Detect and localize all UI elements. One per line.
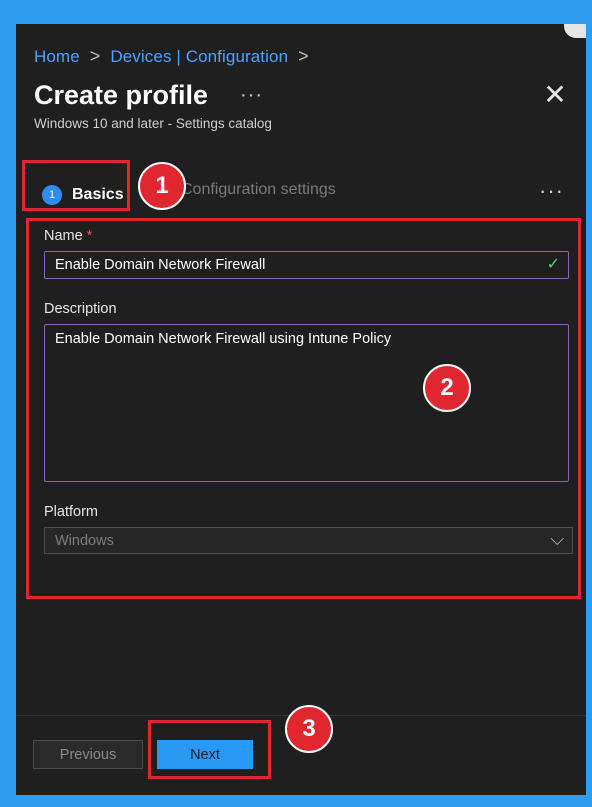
breadcrumb-devices-configuration[interactable]: Devices | Configuration <box>110 47 288 67</box>
breadcrumb: Home > Devices | Configuration > <box>34 46 309 67</box>
highlight-box-basics <box>22 160 130 211</box>
breadcrumb-separator: > <box>298 46 309 66</box>
breadcrumb-separator: > <box>89 46 101 66</box>
close-icon[interactable]: ✕ <box>542 81 568 109</box>
breadcrumb-home[interactable]: Home <box>34 47 80 67</box>
highlight-box-form <box>26 218 581 599</box>
annotation-badge-2: 2 <box>423 364 471 412</box>
annotation-badge-1: 1 <box>138 162 186 210</box>
previous-button[interactable]: Previous <box>33 740 143 769</box>
tab-configuration-settings[interactable]: Configuration settings <box>181 181 336 199</box>
annotation-badge-3: 3 <box>285 705 333 753</box>
page-title: Create profile <box>34 80 209 110</box>
window-corner <box>564 24 586 38</box>
highlight-box-next <box>148 720 271 779</box>
page-subtitle: Windows 10 and later - Settings catalog <box>34 116 272 131</box>
more-options-icon[interactable]: ··· <box>240 84 263 107</box>
tabs-more-icon[interactable]: ··· <box>539 178 564 204</box>
